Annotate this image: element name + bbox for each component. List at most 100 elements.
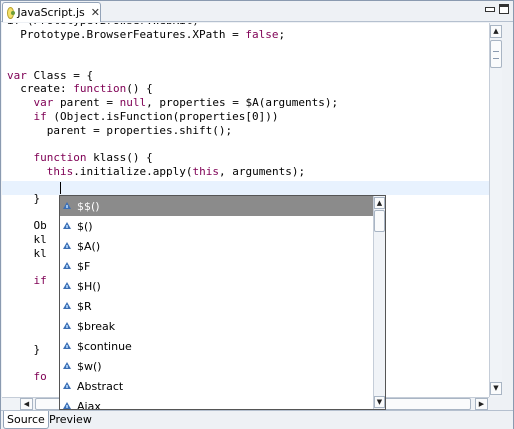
scroll-down-arrow-icon[interactable]: ▼ [490,382,502,395]
editor-mode-tabs: Source Preview [1,410,513,429]
autocomplete-item[interactable]: $R [60,296,373,316]
scroll-up-arrow-icon[interactable]: ▲ [490,25,502,38]
code-line: create: function() { [7,82,338,96]
autocomplete-item-label: $F [77,259,91,273]
editor-tab-bar: JavaScript.js ✕ [1,1,513,22]
javascript-member-icon [63,382,71,390]
code-line: this.initialize.apply(this, arguments); [7,165,338,179]
javascript-member-icon [63,202,71,210]
scroll-left-arrow-icon[interactable]: ◀ [20,398,33,410]
vertical-scrollbar[interactable]: ▲ ▼ [489,23,502,397]
code-token: .initialize.apply( [73,164,193,178]
maximize-icon[interactable] [499,4,509,14]
autocomplete-item[interactable]: $H() [60,276,373,296]
close-icon[interactable]: ✕ [91,7,100,18]
scroll-right-arrow-icon[interactable]: ▶ [475,398,488,410]
autocomplete-item[interactable]: Abstract [60,376,373,396]
autocomplete-item-label: $() [77,219,93,233]
code-token: parent = properties.shift(); [7,123,233,137]
code-line: Prototype.BrowserFeatures.XPath = false; [7,28,338,42]
autocomplete-item[interactable]: $$() [60,196,373,216]
tab-javascript-js[interactable]: JavaScript.js ✕ [2,2,101,22]
autocomplete-item-label: $A() [77,239,101,253]
scroll-up-arrow-icon[interactable]: ▲ [374,197,385,209]
autocomplete-item[interactable]: Ajax [60,396,373,409]
tab-source[interactable]: Source [3,411,49,429]
javascript-member-icon [63,222,71,230]
javascript-member-icon [63,362,71,370]
code-token: parent = [53,96,120,110]
tab-preview[interactable]: Preview [46,411,95,429]
code-token: Ob [7,219,47,233]
code-token: , properties = $A(arguments); [146,96,339,110]
code-token: ; [278,27,286,41]
javascript-member-icon [63,262,71,270]
code-token: Prototype.BrowserFeatures.XPath = [7,27,246,41]
autocomplete-item-label: Abstract [77,379,124,393]
javascript-member-icon [63,342,71,350]
scrollbar-thumb[interactable] [374,210,385,232]
keyword-token: null [119,96,147,110]
code-token: () { [126,82,153,96]
code-token: } [7,191,41,205]
javascript-member-icon [63,242,71,250]
code-line: var Class = { [7,69,338,83]
autocomplete-scrollbar[interactable]: ▲ ▼ [373,196,385,409]
autocomplete-list: $$() $() $A() $F $H() $R $break $continue $w() Ab… [60,196,373,409]
code-line: if (Object.isFunction(properties[0])) [7,110,338,124]
autocomplete-item[interactable]: $break [60,316,373,336]
code-token: } [7,342,41,356]
code-token: klass() { [86,150,153,164]
keyword-token: this [46,164,74,178]
autocomplete-item-label: Ajax [77,399,101,410]
code-token: kl [7,233,47,246]
code-line: parent = properties.shift(); [7,124,338,138]
autocomplete-item[interactable]: $A() [60,236,373,256]
autocomplete-item-label: $$() [77,199,100,213]
autocomplete-popup: $$() $() $A() $F $H() $R $break $continue $w() Ab… [59,195,386,410]
code-token: (Object.isFunction(properties[0])) [46,109,279,123]
javascript-file-icon [7,6,16,19]
keyword-token: if [33,274,47,288]
code-token: Class = { [26,68,94,82]
keyword-token: var [33,96,54,110]
keyword-token: false [245,27,279,41]
code-line: function klass() { [7,151,338,165]
keyword-token: function [33,150,87,164]
autocomplete-item-label: $break [77,319,116,333]
code-token: , arguments); [218,164,306,178]
autocomplete-item[interactable]: $continue [60,336,373,356]
keyword-token: var [7,68,27,82]
scroll-down-arrow-icon[interactable]: ▼ [374,396,385,408]
code-token: if (Prototype.Browser.WebKit) [7,23,199,27]
keyword-token: function [73,82,127,96]
code-line: var parent = null, properties = $A(argum… [7,96,339,110]
minimize-icon[interactable] [485,7,495,12]
javascript-member-icon [63,282,71,290]
javascript-member-icon [63,302,71,310]
tab-label: JavaScript.js [17,6,85,19]
autocomplete-item[interactable]: $F [60,256,373,276]
scrollbar-corner [489,397,502,410]
autocomplete-item-label: $R [77,299,92,313]
javascript-member-icon [63,322,71,330]
editor-window: JavaScript.js ✕ if (Prototype.Browser.We… [0,0,514,429]
javascript-member-icon [63,402,71,409]
autocomplete-item[interactable]: $w() [60,356,373,376]
autocomplete-item-label: $w() [77,359,102,373]
keyword-token: fo [33,369,47,383]
keyword-token: if [33,109,47,123]
keyword-token: this [192,164,219,178]
code-token: kl [7,246,47,260]
autocomplete-item[interactable]: $() [60,216,373,236]
code-token: create: [7,82,74,96]
scrollbar-thumb[interactable] [490,40,502,68]
